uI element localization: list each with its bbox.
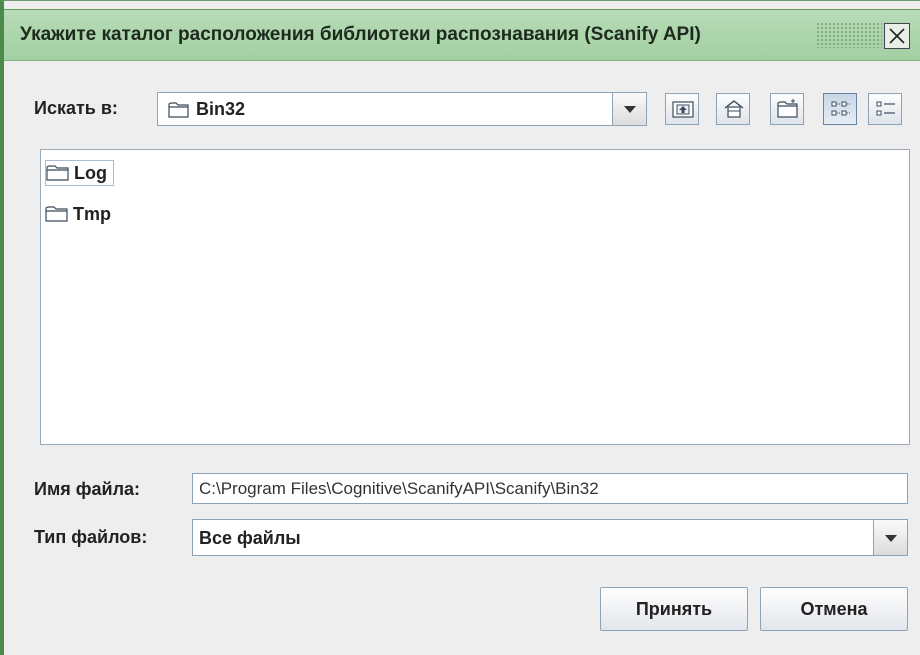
file-name-field[interactable]: C:\Program Files\Cognitive\ScanifyAPI\Sc… — [192, 473, 908, 504]
new-folder-button[interactable] — [770, 93, 804, 125]
up-one-level-icon — [672, 101, 694, 118]
chevron-down-icon — [624, 106, 636, 113]
folder-icon — [45, 206, 68, 222]
details-view-button[interactable] — [868, 93, 902, 125]
close-button[interactable] — [884, 23, 910, 49]
file-list[interactable]: Log Tmp — [40, 149, 910, 445]
file-type-value: Все файлы — [199, 528, 301, 548]
dialog-window: Укажите каталог расположения библиотеки … — [0, 0, 920, 655]
file-name-label: Имя файла: — [34, 479, 141, 499]
look-in-combobox[interactable]: Bin32 — [157, 92, 647, 126]
title-bar-grip — [816, 22, 882, 48]
list-view-icon — [831, 101, 850, 116]
list-item[interactable]: Tmp — [45, 201, 117, 227]
up-one-level-button[interactable] — [665, 93, 699, 125]
file-name: Log — [74, 162, 107, 183]
look-in-value: Bin32 — [196, 99, 246, 119]
chevron-down-icon — [885, 534, 897, 542]
close-icon — [889, 28, 905, 44]
list-view-button[interactable] — [823, 93, 857, 125]
home-icon — [724, 100, 744, 118]
home-button[interactable] — [716, 93, 750, 125]
title-bar[interactable]: Укажите каталог расположения библиотеки … — [4, 9, 920, 61]
details-view-icon — [876, 101, 895, 116]
new-folder-icon — [777, 99, 798, 118]
file-type-combobox[interactable]: Все файлы — [192, 519, 908, 556]
folder-icon — [46, 165, 69, 181]
list-item[interactable]: Log — [45, 160, 114, 186]
file-type-label: Тип файлов: — [34, 527, 148, 547]
look-in-label: Искать в: — [34, 98, 118, 118]
look-in-dropdown-button[interactable] — [612, 93, 646, 125]
folder-icon — [168, 102, 189, 118]
file-name: Tmp — [73, 203, 111, 224]
window-title: Укажите каталог расположения библиотеки … — [20, 24, 701, 45]
accept-button[interactable]: Принять — [600, 587, 748, 631]
file-type-dropdown-button[interactable] — [873, 520, 907, 555]
cancel-button[interactable]: Отмена — [760, 587, 908, 631]
